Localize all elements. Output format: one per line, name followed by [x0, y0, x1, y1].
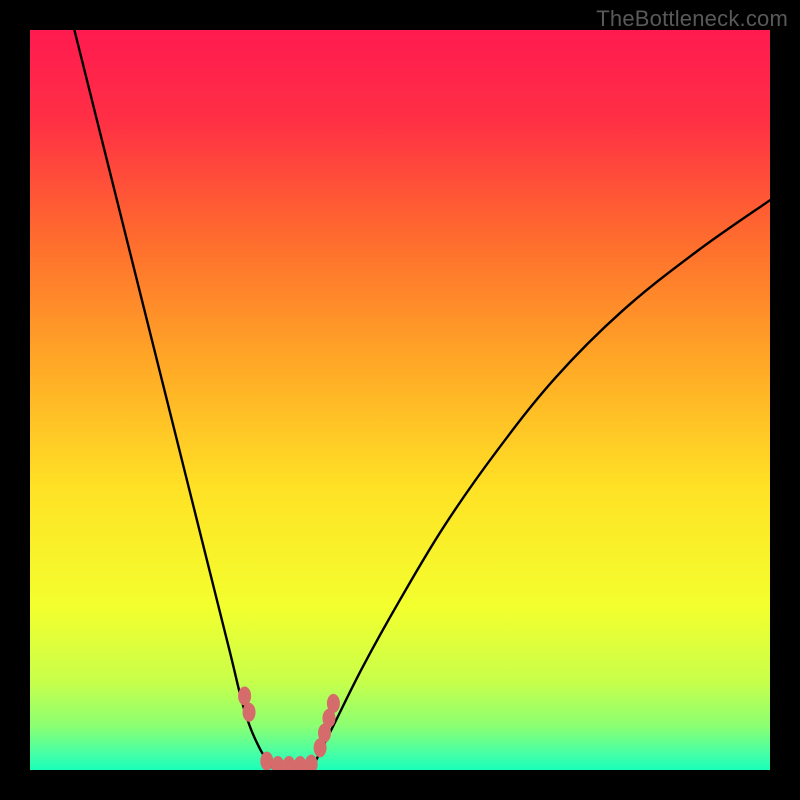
chart-svg	[30, 30, 770, 770]
plot-area	[30, 30, 770, 770]
valley-marker	[327, 694, 340, 713]
valley-marker	[238, 687, 251, 706]
chart-container: TheBottleneck.com	[0, 0, 800, 800]
valley-marker	[243, 703, 256, 722]
watermark-text: TheBottleneck.com	[596, 6, 788, 32]
gradient-background	[30, 30, 770, 770]
valley-marker	[260, 752, 273, 770]
